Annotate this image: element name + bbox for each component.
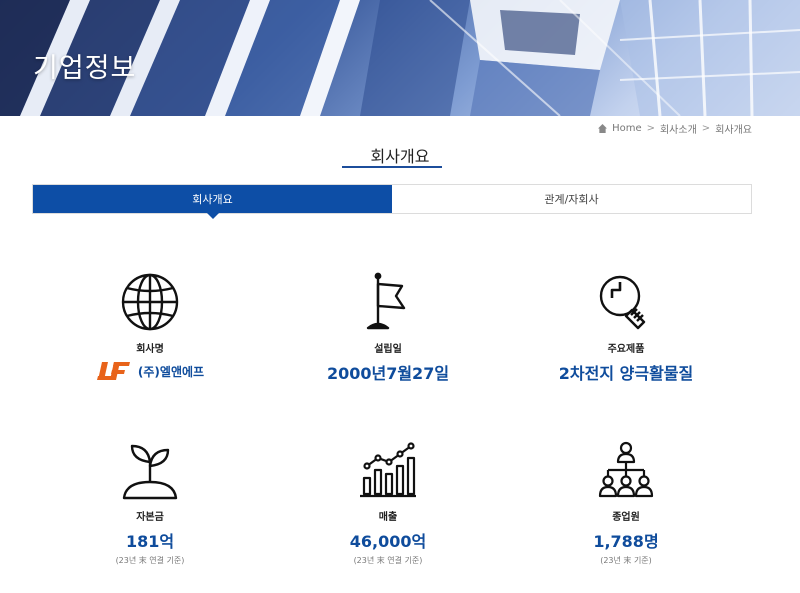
home-icon[interactable] (598, 124, 608, 133)
product-value: 2차전지 양극활물질 (558, 364, 694, 383)
org-chart-icon (598, 441, 654, 498)
globe-icon (121, 273, 179, 331)
capital-label: 자본금 (136, 512, 164, 523)
breadcrumb-separator: > (646, 123, 655, 134)
company-logo: (주)엘앤에프 (20, 360, 280, 382)
company-name: (주)엘앤에프 (137, 364, 205, 379)
info-card-company: 회사명 (주)엘앤에프 (20, 272, 280, 382)
breadcrumb-level2[interactable]: 회사개요 (715, 121, 752, 136)
tab-affiliates[interactable]: 관계/자회사 (392, 185, 751, 213)
info-card-product: 주요제품 2차전지 양극활물질 (496, 272, 756, 384)
tab-bar: 회사개요 관계/자회사 (32, 184, 752, 219)
breadcrumb-level1[interactable]: 회사소개 (660, 121, 697, 136)
employees-note: (23년 末 기준) (600, 556, 652, 565)
company-label: 회사명 (136, 344, 164, 355)
lf-logo-icon (96, 362, 130, 380)
founded-value: 2000년7월27일 (326, 364, 450, 383)
section-title-underline (342, 166, 442, 168)
founded-label: 설립일 (374, 344, 402, 355)
info-card-founded: 설립일 2000년7월27일 (258, 272, 518, 384)
capital-value: 181억 (125, 532, 175, 551)
sprout-icon (122, 444, 178, 500)
sales-note: (23년 末 연결 기준) (353, 556, 423, 565)
sales-value: 46,000억 (349, 532, 427, 551)
lightbulb-icon (599, 275, 646, 330)
tab-company-overview[interactable]: 회사개요 (33, 185, 392, 219)
hero-banner: 기업정보 (0, 0, 800, 116)
hero-title: 기업정보 (33, 53, 137, 84)
info-card-employees: 종업원 1,788명 (23년 末 기준) (496, 440, 756, 566)
product-label: 주요제품 (607, 344, 645, 355)
flag-icon (366, 272, 406, 330)
breadcrumb-separator: > (701, 123, 711, 134)
breadcrumb-home[interactable]: Home (612, 123, 642, 134)
employees-label: 종업원 (612, 512, 640, 523)
capital-note: (23년 末 연결 기준) (115, 556, 185, 565)
breadcrumb: Home > 회사소개 > 회사개요 (598, 121, 752, 136)
sales-label: 매출 (378, 512, 398, 523)
info-card-capital: 자본금 181억 (23년 末 연결 기준) (20, 440, 280, 566)
growth-chart-icon (360, 442, 416, 498)
info-card-sales: 매출 46,000억 (23년 末 연결 기준) (258, 440, 518, 566)
employees-value: 1,788명 (593, 532, 659, 551)
section-title: 회사개요 (370, 147, 430, 166)
